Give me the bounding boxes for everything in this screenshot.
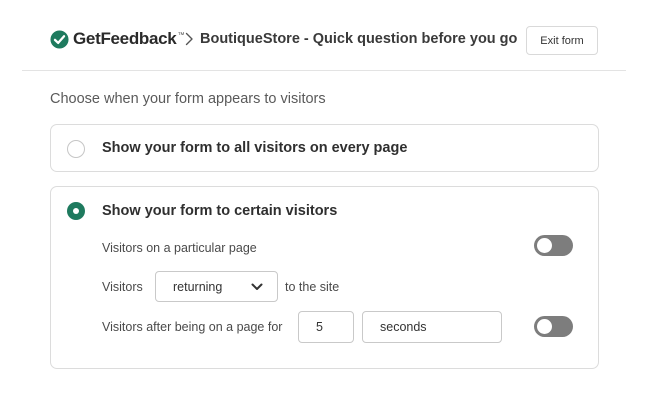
time-amount-input[interactable] (298, 311, 354, 343)
getfeedback-logo-icon (50, 29, 69, 49)
time-on-page-toggle[interactable] (534, 316, 573, 337)
form-title-breadcrumb[interactable]: BoutiqueStore - Quick question before yo… (200, 31, 517, 47)
option-certain-visitors-card[interactable]: Show your form to certain visitors Visit… (50, 186, 599, 369)
time-unit-select[interactable]: seconds (362, 311, 502, 343)
radio-all-visitors[interactable] (67, 140, 85, 158)
chevron-right-icon (185, 32, 193, 46)
exit-form-button[interactable]: Exit form (526, 26, 598, 55)
chevron-down-icon (251, 283, 263, 290)
visitors-prefix-label: Visitors (102, 280, 143, 294)
section-prompt: Choose when your form appears to visitor… (50, 91, 326, 107)
particular-page-toggle[interactable] (534, 235, 573, 256)
visitor-type-select[interactable]: returning (155, 271, 278, 302)
time-on-page-label: Visitors after being on a page for (102, 320, 283, 334)
radio-certain-visitors[interactable] (67, 202, 85, 220)
header-divider (22, 70, 626, 71)
option-certain-visitors-label: Show your form to certain visitors (102, 203, 338, 219)
visitor-type-value: returning (173, 279, 223, 294)
getfeedback-logo[interactable]: GetFeedback ™ (50, 29, 184, 49)
option-all-visitors-label: Show your form to all visitors on every … (102, 140, 408, 156)
time-unit-value: seconds (380, 320, 427, 334)
app-header: GetFeedback ™ BoutiqueStore - Quick ques… (0, 0, 646, 71)
particular-page-label: Visitors on a particular page (102, 241, 257, 255)
brand-name: GetFeedback (73, 29, 177, 48)
visitors-suffix-label: to the site (285, 280, 340, 294)
option-all-visitors-card[interactable]: Show your form to all visitors on every … (50, 124, 599, 172)
